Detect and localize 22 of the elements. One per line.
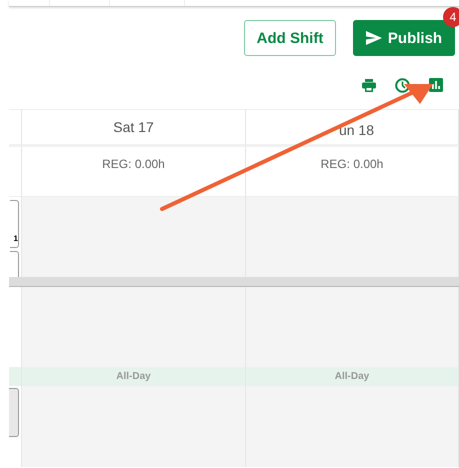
hours-total: REG: 0.00h	[102, 157, 165, 171]
publish-button[interactable]: Publish	[353, 20, 455, 56]
notification-badge: 4	[443, 7, 459, 27]
bar-chart-icon[interactable]	[429, 78, 443, 92]
schedule-cell[interactable]	[22, 287, 246, 367]
schedule-cell[interactable]	[22, 386, 246, 467]
clock-icon[interactable]	[395, 78, 410, 92]
print-icon[interactable]	[362, 78, 376, 92]
all-day-label: All-Day	[116, 371, 151, 382]
schedule-cell[interactable]	[246, 287, 459, 367]
shift-card[interactable]: 1	[10, 200, 19, 248]
splitter-bar[interactable]	[9, 277, 459, 287]
day-header: un 18	[338, 121, 374, 138]
day-header: Sat 17	[113, 119, 154, 135]
shift-card[interactable]	[9, 388, 19, 437]
all-day-label: All-Day	[334, 371, 370, 382]
send-icon	[366, 31, 382, 45]
schedule-cell[interactable]	[246, 197, 459, 277]
hours-total: REG: 0.00h	[320, 157, 384, 171]
add-shift-button[interactable]: Add Shift	[244, 20, 336, 56]
schedule-cell[interactable]	[246, 386, 459, 467]
schedule-cell[interactable]	[22, 197, 246, 277]
